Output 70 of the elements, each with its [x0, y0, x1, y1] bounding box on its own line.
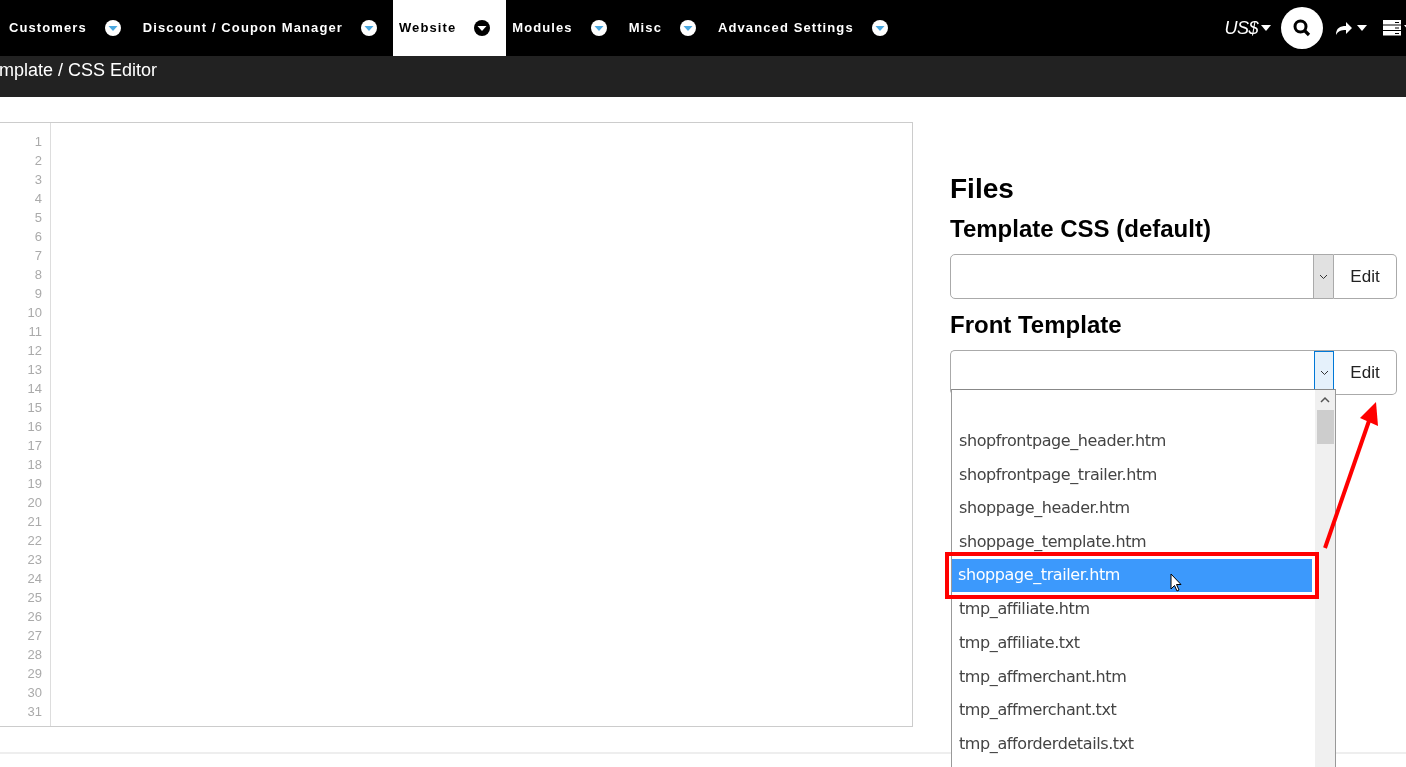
line-number: 24	[27, 570, 42, 588]
line-number: 29	[27, 665, 42, 683]
line-number: 23	[27, 551, 42, 569]
line-number: 16	[27, 418, 42, 436]
nav-menu-item[interactable]: Modules	[506, 0, 623, 56]
line-number: 21	[27, 513, 42, 531]
scrollbar-thumb[interactable]	[1316, 410, 1334, 444]
search-button[interactable]	[1281, 7, 1323, 49]
caret-icon	[871, 20, 888, 36]
line-number: 11	[28, 323, 42, 341]
dropdown-option[interactable]: tmp_affiliate.htm	[954, 598, 1311, 626]
line-number: 19	[27, 475, 42, 493]
line-number: 3	[34, 171, 42, 189]
dropdown-option[interactable]: shoppage_template.htm	[954, 524, 1311, 552]
nav-menu-item[interactable]: Discount / Coupon Manager	[136, 0, 393, 56]
line-number: 14	[27, 380, 42, 398]
line-number: 30	[27, 684, 42, 702]
line-number: 5	[34, 209, 42, 227]
line-number: 22	[27, 532, 42, 550]
line-number: 17	[27, 437, 42, 455]
server-icon	[1383, 20, 1401, 36]
line-number: 9	[34, 285, 42, 303]
dropdown-option[interactable]: tmp_afforderdetails.txt	[954, 726, 1311, 761]
dropdown-option[interactable]: tmp_affmerchant.htm	[954, 659, 1311, 693]
line-number: 1	[34, 133, 42, 151]
caret-icon	[590, 20, 607, 36]
scrollbar[interactable]	[1315, 390, 1335, 767]
dropdown-option[interactable]: tmp_affmerchant.txt	[954, 692, 1311, 727]
caret-icon	[474, 20, 491, 36]
caret-icon	[360, 20, 377, 36]
nav-menu-item[interactable]: Advanced Settings	[712, 0, 904, 56]
line-number: 18	[27, 456, 42, 474]
line-number: 20	[27, 494, 42, 512]
breadcrumb-title: mplate / CSS Editor	[0, 59, 158, 82]
nav-menu-item[interactable]: Website	[392, 0, 507, 56]
caret-icon	[1261, 25, 1271, 31]
line-number: 25	[27, 589, 42, 607]
line-number: 10	[27, 304, 42, 322]
line-number: 13	[27, 361, 42, 379]
currency-menu[interactable]: US$	[1224, 0, 1271, 56]
chevron-up-icon	[1320, 396, 1330, 403]
edit-button[interactable]: Edit	[1334, 254, 1397, 299]
search-icon	[1293, 19, 1311, 37]
share-arrow-icon	[1335, 20, 1353, 36]
dropdown-option[interactable]: shoppage_header.htm	[954, 491, 1311, 525]
caret-icon	[680, 20, 696, 36]
dropdown-option[interactable]: tmp_affiliate.txt	[954, 625, 1311, 660]
chevron-down-icon	[1319, 273, 1328, 280]
line-number: 26	[27, 608, 42, 626]
line-number: 2	[34, 152, 42, 170]
line-number: 6	[34, 228, 42, 246]
caret-icon	[104, 20, 121, 36]
dropdown-option[interactable]: shopfrontpage_trailer.htm	[954, 457, 1311, 492]
section-title: Front Template	[950, 313, 1123, 337]
nav-menu-item[interactable]: Customers	[0, 0, 137, 56]
line-number: 7	[34, 247, 42, 265]
line-number: 8	[34, 266, 42, 284]
line-number: 27	[27, 627, 42, 645]
mouse-cursor-icon	[1170, 573, 1182, 592]
line-number: 28	[27, 646, 42, 664]
line-number: 4	[34, 190, 42, 208]
nav-menu-item[interactable]: Misc	[622, 0, 712, 56]
line-number: 12	[27, 342, 42, 360]
line-number: 15	[27, 399, 42, 417]
dropdown-option[interactable]: shopfrontpage_header.htm	[954, 424, 1311, 458]
caret-icon	[1357, 25, 1367, 31]
line-number: 31	[27, 703, 42, 721]
file-select[interactable]	[950, 254, 1334, 299]
files-heading: Files	[950, 175, 1015, 203]
section-title: Template CSS (default)	[950, 217, 1212, 241]
